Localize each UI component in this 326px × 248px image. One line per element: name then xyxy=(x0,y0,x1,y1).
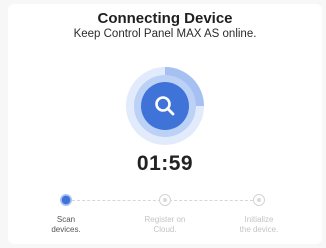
step-connector-2 xyxy=(169,200,253,201)
step-indicator-initialize xyxy=(253,194,265,206)
scanning-radar xyxy=(126,67,204,145)
step-connector-1 xyxy=(72,200,161,201)
page-subtitle: Keep Control Panel MAX AS online. xyxy=(73,28,257,40)
step-label-initialize: Initialize the device. xyxy=(239,215,279,234)
step-indicator-register xyxy=(159,194,171,206)
step-label-scan: Scan devices. xyxy=(51,215,81,234)
step-label-register: Register on Cloud. xyxy=(144,215,186,234)
radar-core xyxy=(141,82,189,130)
countdown-timer: 01:59 xyxy=(136,152,194,175)
page-title: Connecting Device xyxy=(97,10,233,27)
step-indicator-scan xyxy=(60,194,72,206)
connecting-device-screen: Connecting Device Keep Control Panel MAX… xyxy=(8,4,322,244)
